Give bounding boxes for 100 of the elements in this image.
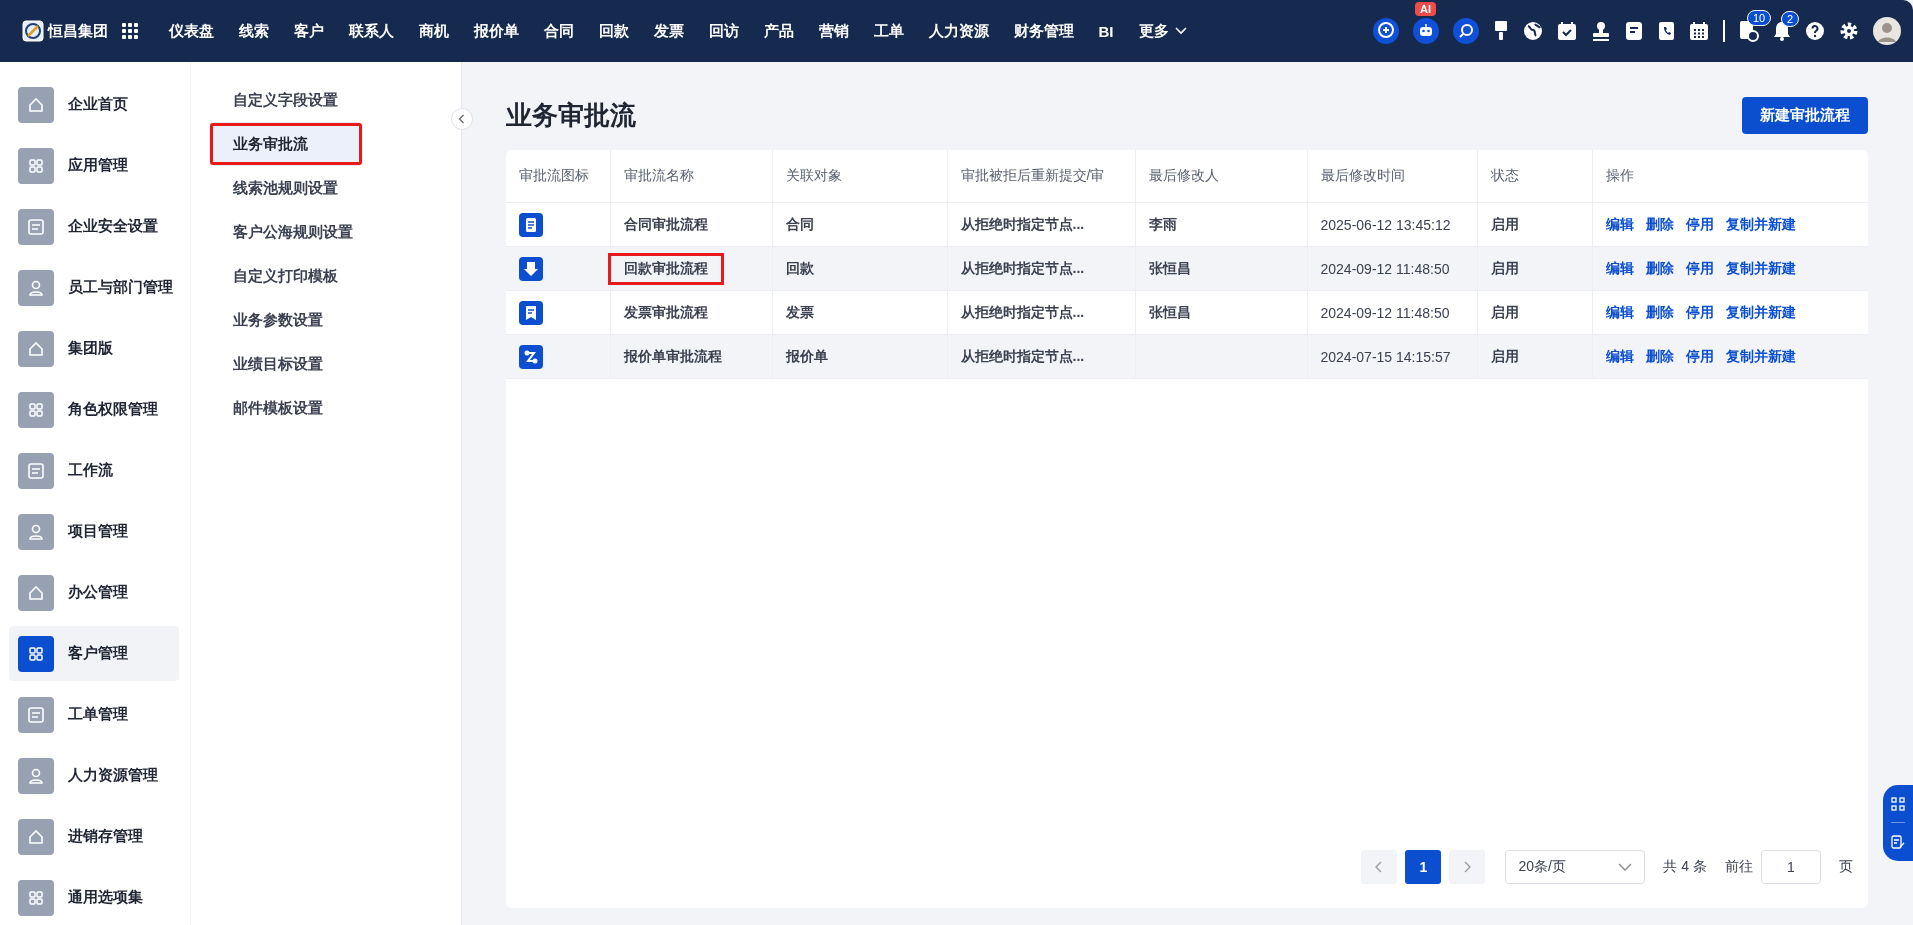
row-action-link[interactable]: 停用 (1685, 347, 1714, 366)
document-icon[interactable] (1625, 21, 1643, 41)
module-icon (18, 208, 54, 245)
row-action-link[interactable]: 编辑 (1605, 303, 1634, 322)
app-grid-icon[interactable] (122, 23, 138, 39)
calendar-check-icon[interactable] (1557, 21, 1577, 41)
globe-icon[interactable] (1523, 21, 1543, 41)
module-icon (18, 452, 54, 489)
row-action-link[interactable]: 编辑 (1605, 215, 1634, 234)
submenu-item[interactable]: 邮件模板设置 (209, 386, 453, 430)
sidebar-item[interactable]: 集团版 (9, 321, 179, 376)
brush-icon[interactable] (1493, 21, 1509, 41)
more-menu[interactable]: 更多 (1126, 21, 1199, 41)
nav-link[interactable]: 仪表盘 (156, 21, 226, 41)
submenu-item[interactable]: 自定义打印模板 (209, 254, 453, 298)
row-action-link[interactable]: 删除 (1645, 259, 1674, 278)
nav-link[interactable]: 人力资源 (916, 21, 1001, 41)
chevron-down-icon (1618, 863, 1633, 871)
goto-page-field[interactable]: 1 (1761, 850, 1821, 884)
page-number-button[interactable]: 1 (1405, 850, 1442, 884)
nav-link[interactable]: 合同 (531, 21, 586, 41)
sidebar-item[interactable]: 人力资源管理 (9, 748, 179, 803)
collapse-icon[interactable] (451, 108, 473, 130)
sidebar-item[interactable]: 角色权限管理 (9, 382, 179, 437)
sidebar-item[interactable]: 通用选项集 (9, 870, 179, 925)
lens-icon[interactable] (1453, 18, 1479, 44)
nav-link[interactable]: 回访 (696, 21, 751, 41)
new-flow-button[interactable]: 新建审批流程 (1742, 96, 1868, 134)
module-icon (18, 635, 54, 672)
module-icon (18, 818, 54, 855)
submenu-item[interactable]: 业务参数设置 (209, 298, 453, 342)
nav-link[interactable]: 营销 (806, 21, 861, 41)
submenu-item[interactable]: 线索池规则设置 (209, 166, 453, 210)
row-action-link[interactable]: 复制并新建 (1725, 347, 1796, 366)
nav-link[interactable]: BI (1086, 22, 1126, 40)
module-icon (18, 269, 54, 306)
submenu-item[interactable]: 业绩目标设置 (209, 342, 453, 386)
row-action-link[interactable]: 删除 (1645, 215, 1674, 234)
sidebar-item[interactable]: 工作流 (9, 443, 179, 498)
brand-name: 恒昌集团 (48, 21, 108, 41)
nav-link[interactable]: 商机 (406, 21, 461, 41)
sidebar-item[interactable]: 项目管理 (9, 504, 179, 559)
note-edit-icon[interactable] (1891, 835, 1905, 850)
nodes-icon[interactable] (1891, 796, 1905, 811)
nav-link[interactable]: 客户 (281, 21, 336, 41)
submenu-item[interactable]: 业务审批流 (209, 122, 363, 166)
settings-icon[interactable] (1839, 21, 1859, 41)
row-action-link[interactable]: 复制并新建 (1725, 303, 1796, 322)
flow-name: 回款审批流程 (610, 255, 721, 282)
module-icon (18, 86, 54, 123)
nav-link[interactable]: 发票 (641, 21, 696, 41)
module-icon (18, 879, 54, 916)
row-action-link[interactable]: 复制并新建 (1725, 259, 1796, 278)
nav-link[interactable]: 线索 (226, 21, 281, 41)
bell-icon[interactable] (1773, 21, 1791, 41)
nav-link[interactable]: 报价单 (461, 21, 531, 41)
column-header: 审批流名称 (623, 167, 694, 183)
row-action-link[interactable]: 停用 (1685, 259, 1714, 278)
status-text: 启用 (1490, 259, 1519, 276)
total-count: 共 4 条 (1663, 858, 1707, 876)
modifier-name: 张恒昌 (1148, 303, 1191, 320)
sidebar-item[interactable]: 企业首页 (9, 77, 179, 132)
nav-link[interactable]: 联系人 (336, 21, 406, 41)
sidebar-item[interactable]: 进销存管理 (9, 809, 179, 864)
module-icon (18, 330, 54, 367)
sidebar-item[interactable]: 企业安全设置 (9, 199, 179, 254)
modified-time: 2025-06-12 13:45:12 (1320, 216, 1451, 233)
row-action-link[interactable]: 停用 (1685, 303, 1714, 322)
row-action-link[interactable]: 停用 (1685, 215, 1714, 234)
flow-icon (519, 344, 543, 369)
nav-link[interactable]: 回款 (586, 21, 641, 41)
page-suffix: 页 (1839, 858, 1853, 876)
calendar-icon[interactable] (1689, 21, 1709, 41)
phone-book-icon[interactable] (1657, 21, 1675, 41)
stamp-icon[interactable] (1591, 21, 1611, 41)
nav-link[interactable]: 产品 (751, 21, 806, 41)
submenu-item[interactable]: 自定义字段设置 (209, 78, 453, 122)
flow-icon (519, 256, 543, 281)
column-header: 最后修改人 (1148, 167, 1219, 183)
sidebar-item[interactable]: 应用管理 (9, 138, 179, 193)
submenu-item[interactable]: 客户公海规则设置 (209, 210, 453, 254)
row-action-link[interactable]: 编辑 (1605, 347, 1634, 366)
sidebar-item[interactable]: 员工与部门管理 (9, 260, 179, 315)
modifier-name: 张恒昌 (1148, 259, 1191, 276)
nav-link[interactable]: 财务管理 (1001, 21, 1086, 41)
robot-icon[interactable] (1413, 18, 1439, 44)
modified-time: 2024-09-12 11:48:50 (1320, 304, 1450, 321)
sidebar-item[interactable]: 客户管理 (9, 626, 179, 681)
row-action-link[interactable]: 删除 (1645, 303, 1674, 322)
related-object: 发票 (785, 303, 814, 320)
row-action-link[interactable]: 复制并新建 (1725, 215, 1796, 234)
avatar-icon[interactable] (1873, 17, 1901, 45)
row-action-link[interactable]: 编辑 (1605, 259, 1634, 278)
sidebar-item[interactable]: 办公管理 (9, 565, 179, 620)
sidebar-item[interactable]: 工单管理 (9, 687, 179, 742)
chat-add-icon[interactable] (1373, 18, 1399, 44)
row-action-link[interactable]: 删除 (1645, 347, 1674, 366)
help-icon[interactable] (1805, 21, 1825, 41)
nav-link[interactable]: 工单 (861, 21, 916, 41)
page-size-select[interactable]: 20条/页 (1505, 850, 1646, 884)
